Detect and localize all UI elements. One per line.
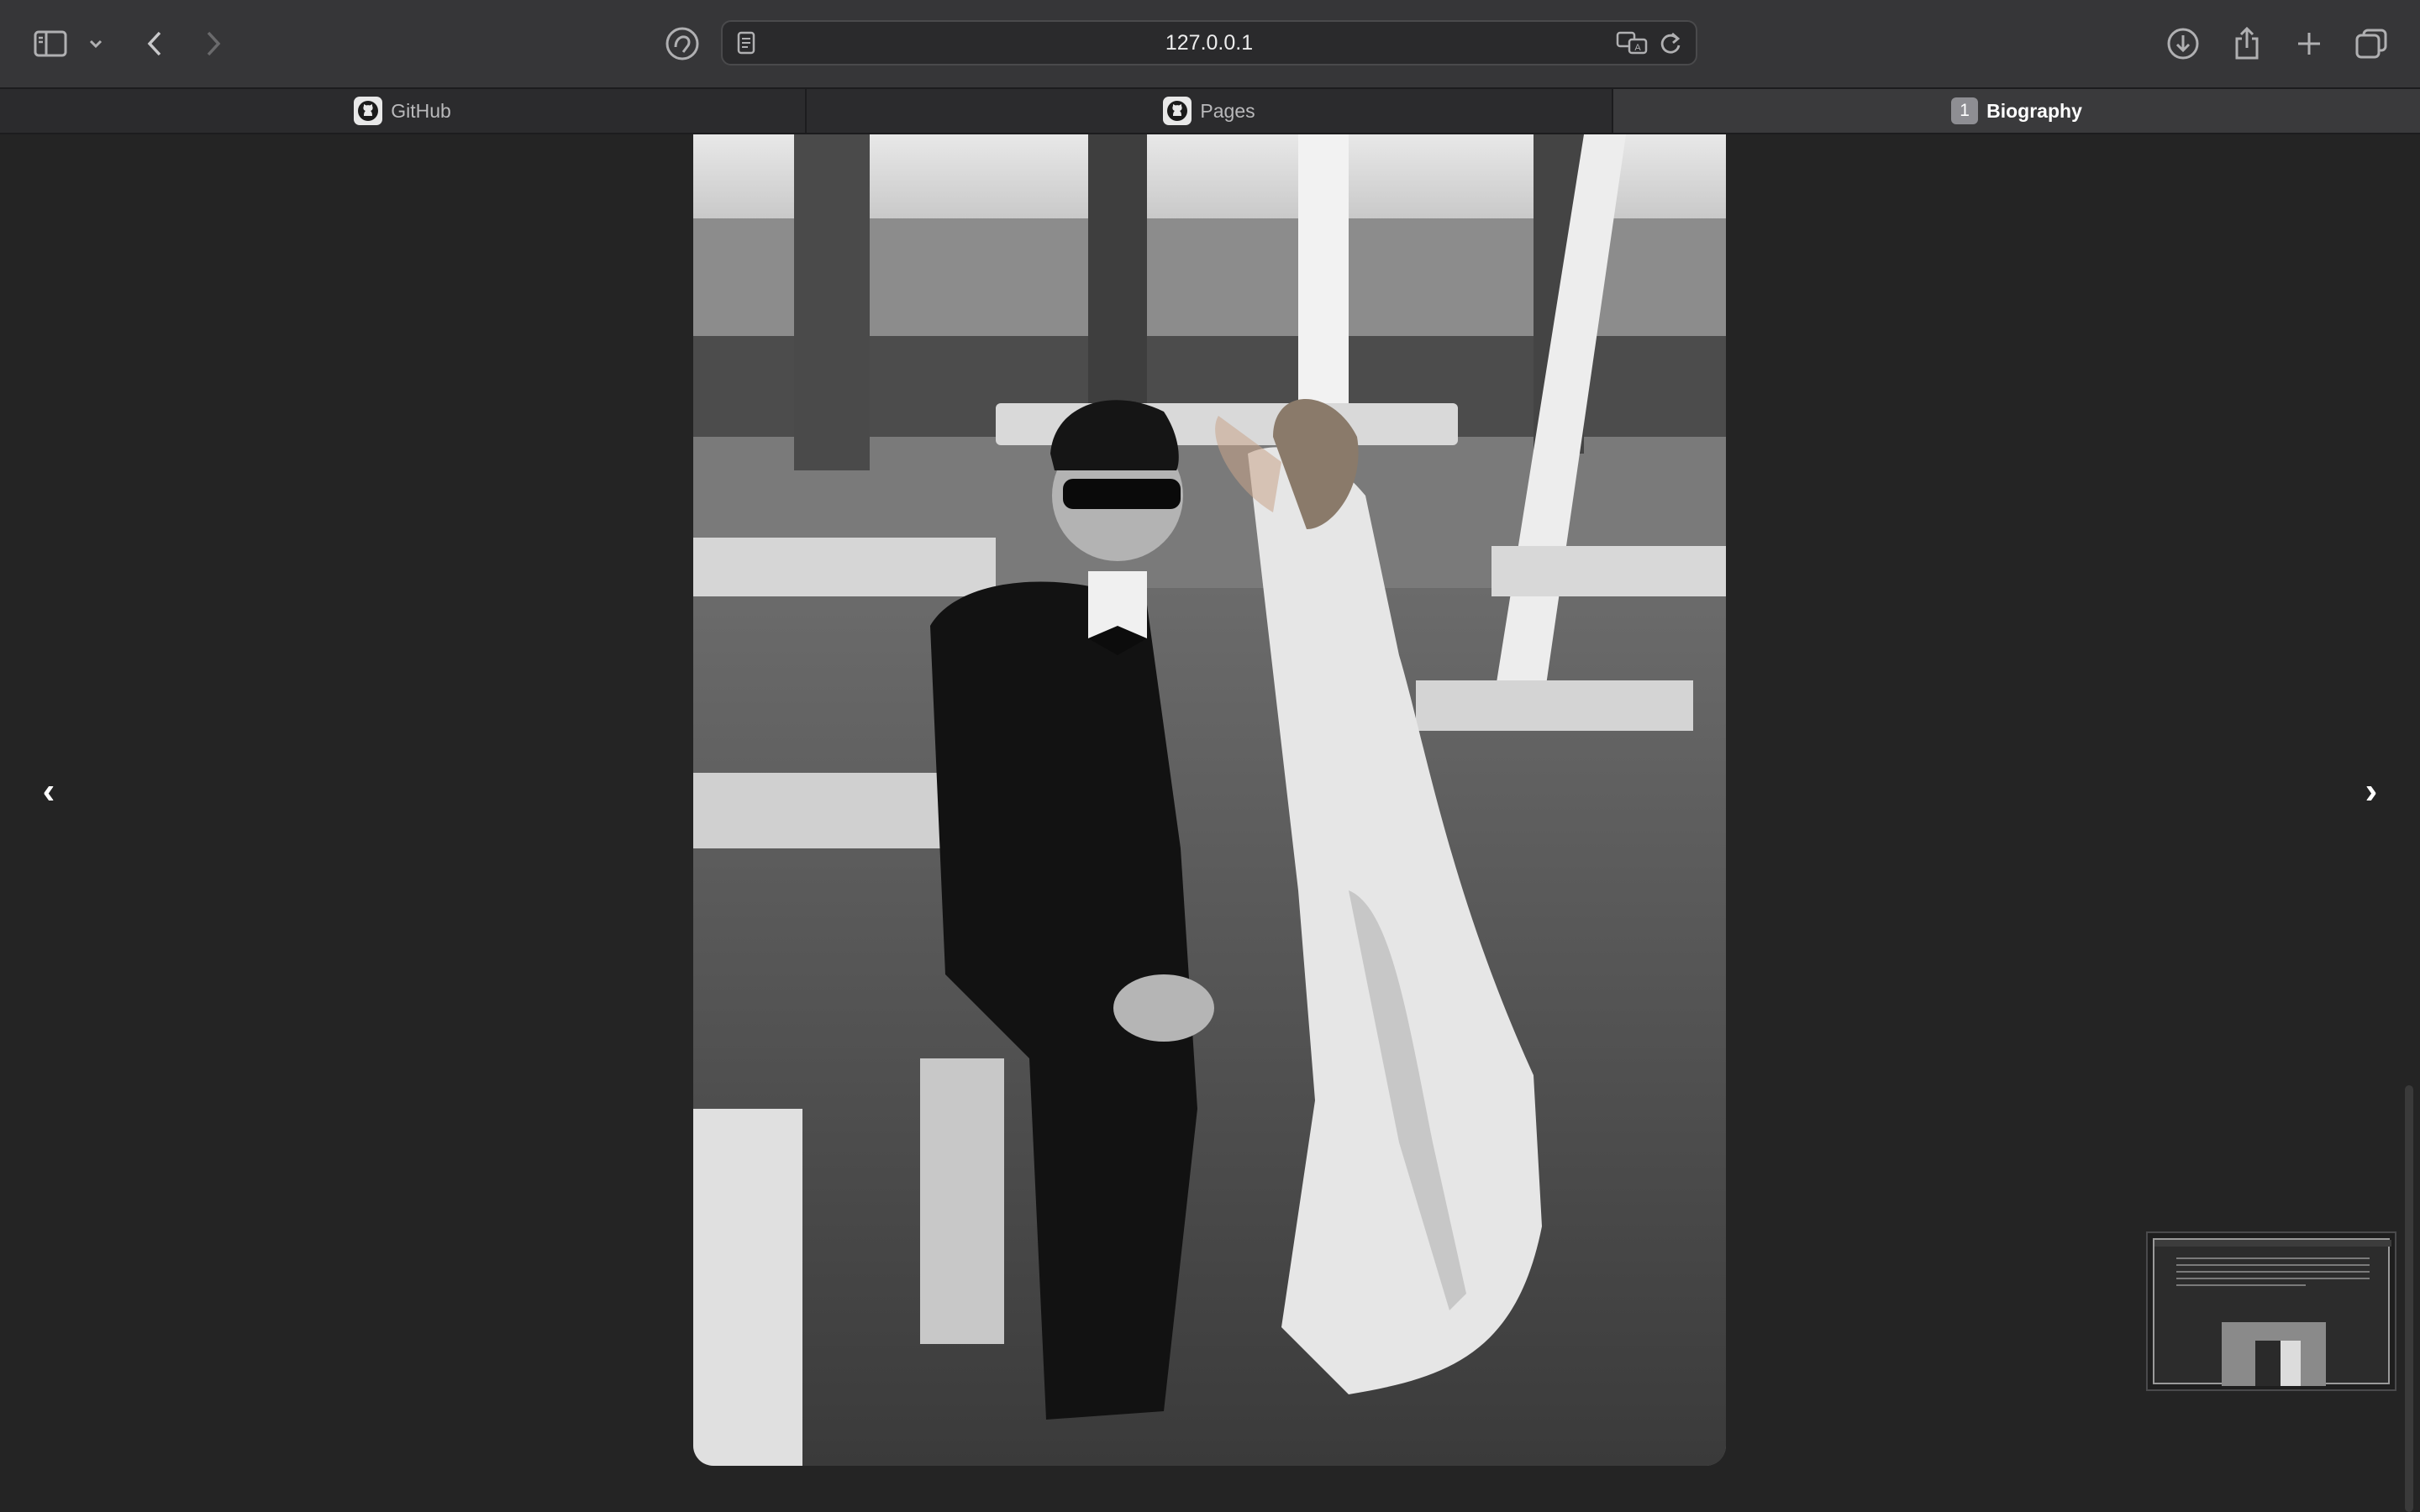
chevron-right-icon	[203, 29, 224, 58]
sidebar-icon	[34, 30, 67, 57]
previous-photo-button[interactable]: ‹	[24, 766, 74, 816]
tab-biography[interactable]: 1 Biography	[1612, 89, 2420, 133]
new-tab-button[interactable]	[2287, 22, 2331, 66]
translate-icon[interactable]: A	[1612, 23, 1652, 63]
download-icon	[2166, 27, 2200, 60]
tab-overview-icon	[2354, 28, 2388, 60]
chevron-left-icon	[145, 29, 165, 58]
share-button[interactable]	[2225, 22, 2269, 66]
browser-toolbar: 127.0.0.1 A	[0, 0, 2420, 87]
svg-text:A: A	[1634, 43, 1641, 53]
plus-icon	[2296, 30, 2323, 57]
github-icon	[1163, 97, 1192, 125]
tab-label: Biography	[1986, 99, 2082, 122]
tab-label: GitHub	[391, 99, 451, 122]
back-button[interactable]	[133, 22, 176, 66]
shield-hand-icon	[665, 26, 700, 61]
chevron-down-icon	[88, 39, 103, 49]
page-minimap[interactable]	[2146, 1231, 2396, 1391]
tab-group-dropdown[interactable]	[79, 22, 113, 66]
reload-icon[interactable]	[1650, 23, 1691, 63]
tab-pages[interactable]: Pages	[805, 89, 1612, 133]
privacy-report-button[interactable]	[660, 22, 704, 66]
tab-bar: GitHub Pages 1 Biography	[0, 87, 2420, 134]
tab-overview-button[interactable]	[2349, 22, 2393, 66]
next-photo-button[interactable]: ›	[2346, 766, 2396, 816]
forward-button[interactable]	[192, 22, 235, 66]
downloads-button[interactable]	[2161, 22, 2205, 66]
vertical-scrollbar[interactable]	[2405, 1085, 2413, 1512]
minimap-viewport	[2153, 1238, 2391, 1386]
tab-label: Pages	[1200, 99, 1255, 122]
biography-photo	[693, 134, 1726, 1466]
address-bar[interactable]: 127.0.0.1 A	[721, 20, 1697, 66]
share-icon	[2233, 26, 2261, 61]
tab-github[interactable]: GitHub	[0, 89, 805, 133]
tab-count-badge: 1	[1951, 97, 1979, 124]
url-text: 127.0.0.1	[1165, 31, 1254, 55]
sidebar-toggle-button[interactable]	[29, 22, 72, 66]
github-icon	[354, 97, 383, 125]
